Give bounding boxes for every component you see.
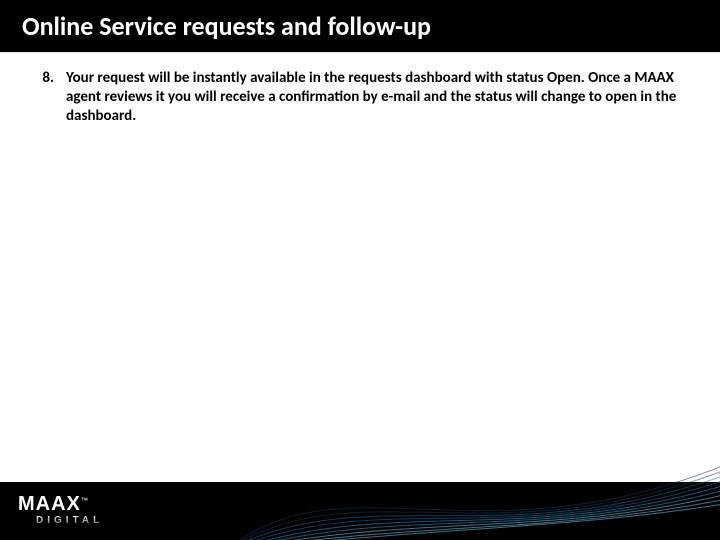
brand-logo-main: MAAX™	[18, 494, 138, 514]
footer: MAAX™ DIGITAL	[0, 482, 720, 540]
brand-logo-sub: DIGITAL	[18, 516, 138, 526]
brand-logo-text: MAAX	[18, 493, 81, 515]
wave-line	[240, 486, 720, 540]
content-area: 8. Your request will be instantly availa…	[0, 53, 720, 482]
wave-line	[240, 492, 720, 540]
list-item: 8. Your request will be instantly availa…	[38, 69, 690, 127]
slide-title: Online Service requests and follow-up	[22, 10, 431, 42]
title-bar: Online Service requests and follow-up	[0, 0, 720, 52]
slide: Online Service requests and follow-up 8.…	[0, 0, 720, 540]
wave-line	[240, 498, 720, 540]
trademark-icon: ™	[81, 497, 88, 504]
wave-line	[240, 480, 720, 540]
list-body: Your request will be instantly available…	[66, 69, 690, 127]
wave-line	[240, 474, 720, 540]
brand-logo: MAAX™ DIGITAL	[18, 488, 138, 532]
list-number: 8.	[38, 69, 54, 127]
